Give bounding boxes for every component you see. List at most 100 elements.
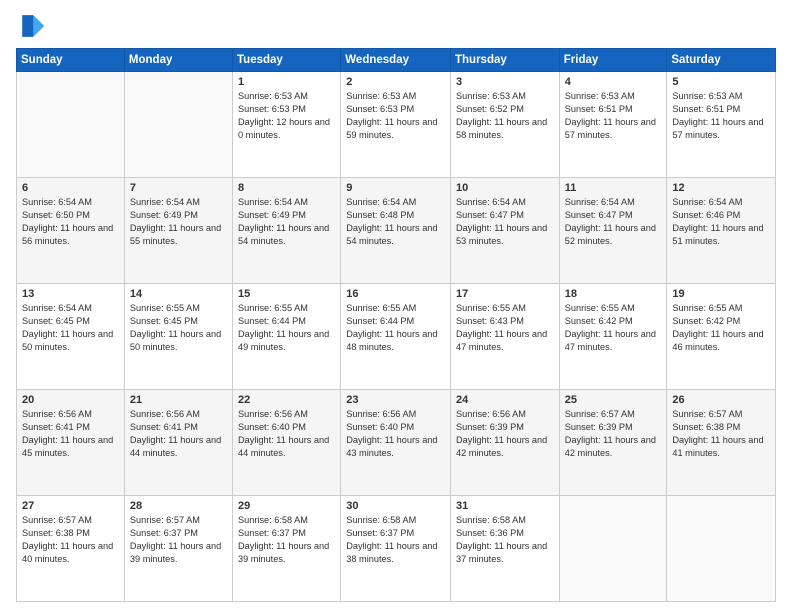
day-info: Sunrise: 6:55 AMSunset: 6:42 PMDaylight:… bbox=[672, 302, 770, 354]
calendar-cell: 2 Sunrise: 6:53 AMSunset: 6:53 PMDaylight… bbox=[341, 72, 451, 178]
calendar-cell: 23 Sunrise: 6:56 AMSunset: 6:40 PMDayligh… bbox=[341, 390, 451, 496]
day-number: 12 bbox=[672, 182, 770, 194]
day-number: 1 bbox=[238, 76, 335, 88]
calendar-cell: 7Sunrise: 6:54 AMSunset: 6:49 PMDaylight… bbox=[124, 178, 232, 284]
day-info: Sunrise: 6:54 AMSunset: 6:49 PMDaylight:… bbox=[238, 196, 335, 248]
day-number: 4 bbox=[565, 76, 662, 88]
day-info: Sunrise: 6:56 AMSunset: 6:41 PMDaylight:… bbox=[130, 408, 227, 460]
calendar-cell: 29 Sunrise: 6:58 AMSunset: 6:37 PMDayligh… bbox=[233, 496, 341, 602]
day-number: 17 bbox=[456, 288, 554, 300]
weekday-header-wednesday: Wednesday bbox=[341, 49, 451, 72]
week-row-4: 20Sunrise: 6:56 AMSunset: 6:41 PMDayligh… bbox=[17, 390, 776, 496]
calendar-cell: 30 Sunrise: 6:58 AMSunset: 6:37 PMDayligh… bbox=[341, 496, 451, 602]
calendar-cell: 17 Sunrise: 6:55 AMSunset: 6:43 PMDayligh… bbox=[451, 284, 560, 390]
calendar-cell: 14Sunrise: 6:55 AMSunset: 6:45 PMDayligh… bbox=[124, 284, 232, 390]
day-number: 16 bbox=[346, 288, 445, 300]
calendar-cell: 10 Sunrise: 6:54 AMSunset: 6:47 PMDayligh… bbox=[451, 178, 560, 284]
weekday-header-sunday: Sunday bbox=[17, 49, 125, 72]
weekday-header-saturday: Saturday bbox=[667, 49, 776, 72]
day-info: Sunrise: 6:53 AMSunset: 6:53 PMDaylight:… bbox=[238, 90, 335, 142]
weekday-header-monday: Monday bbox=[124, 49, 232, 72]
day-info: Sunrise: 6:54 AMSunset: 6:48 PMDaylight:… bbox=[346, 196, 445, 248]
calendar-cell: 27 Sunrise: 6:57 AMSunset: 6:38 PMDayligh… bbox=[17, 496, 125, 602]
day-number: 22 bbox=[238, 394, 335, 406]
day-info: Sunrise: 6:57 AMSunset: 6:39 PMDaylight:… bbox=[565, 408, 662, 460]
day-number: 10 bbox=[456, 182, 554, 194]
day-info: Sunrise: 6:56 AMSunset: 6:40 PMDaylight:… bbox=[238, 408, 335, 460]
day-info: Sunrise: 6:57 AMSunset: 6:38 PMDaylight:… bbox=[22, 514, 119, 566]
day-info: Sunrise: 6:54 AMSunset: 6:45 PMDaylight:… bbox=[22, 302, 119, 354]
day-info: Sunrise: 6:56 AMSunset: 6:39 PMDaylight:… bbox=[456, 408, 554, 460]
day-number: 28 bbox=[130, 500, 227, 512]
calendar-cell: 1 Sunrise: 6:53 AMSunset: 6:53 PMDaylight… bbox=[233, 72, 341, 178]
day-info: Sunrise: 6:58 AMSunset: 6:37 PMDaylight:… bbox=[346, 514, 445, 566]
calendar-cell: 22 Sunrise: 6:56 AMSunset: 6:40 PMDayligh… bbox=[233, 390, 341, 496]
day-number: 6 bbox=[22, 182, 119, 194]
calendar-cell: 12 Sunrise: 6:54 AMSunset: 6:46 PMDayligh… bbox=[667, 178, 776, 284]
day-info: Sunrise: 6:58 AMSunset: 6:37 PMDaylight:… bbox=[238, 514, 335, 566]
day-info: Sunrise: 6:53 AMSunset: 6:51 PMDaylight:… bbox=[565, 90, 662, 142]
page: SundayMondayTuesdayWednesdayThursdayFrid… bbox=[0, 0, 792, 612]
day-info: Sunrise: 6:55 AMSunset: 6:42 PMDaylight:… bbox=[565, 302, 662, 354]
day-number: 31 bbox=[456, 500, 554, 512]
day-number: 2 bbox=[346, 76, 445, 88]
calendar-cell bbox=[667, 496, 776, 602]
calendar-cell: 31 Sunrise: 6:58 AMSunset: 6:36 PMDayligh… bbox=[451, 496, 560, 602]
day-info: Sunrise: 6:55 AMSunset: 6:43 PMDaylight:… bbox=[456, 302, 554, 354]
day-number: 25 bbox=[565, 394, 662, 406]
day-info: Sunrise: 6:54 AMSunset: 6:47 PMDaylight:… bbox=[565, 196, 662, 248]
calendar-cell: 18 Sunrise: 6:55 AMSunset: 6:42 PMDayligh… bbox=[559, 284, 667, 390]
day-number: 26 bbox=[672, 394, 770, 406]
weekday-header-friday: Friday bbox=[559, 49, 667, 72]
calendar-cell: 20Sunrise: 6:56 AMSunset: 6:41 PMDayligh… bbox=[17, 390, 125, 496]
week-row-2: 6 Sunrise: 6:54 AMSunset: 6:50 PMDaylight… bbox=[17, 178, 776, 284]
day-number: 8 bbox=[238, 182, 335, 194]
weekday-header-tuesday: Tuesday bbox=[233, 49, 341, 72]
day-info: Sunrise: 6:55 AMSunset: 6:44 PMDaylight:… bbox=[238, 302, 335, 354]
day-number: 9 bbox=[346, 182, 445, 194]
day-info: Sunrise: 6:55 AMSunset: 6:44 PMDaylight:… bbox=[346, 302, 445, 354]
day-number: 29 bbox=[238, 500, 335, 512]
week-row-3: 13 Sunrise: 6:54 AMSunset: 6:45 PMDayligh… bbox=[17, 284, 776, 390]
day-info: Sunrise: 6:56 AMSunset: 6:41 PMDaylight:… bbox=[22, 408, 119, 460]
calendar-table: SundayMondayTuesdayWednesdayThursdayFrid… bbox=[16, 48, 776, 602]
calendar-cell: 9 Sunrise: 6:54 AMSunset: 6:48 PMDaylight… bbox=[341, 178, 451, 284]
header bbox=[16, 12, 776, 40]
calendar-cell: 16 Sunrise: 6:55 AMSunset: 6:44 PMDayligh… bbox=[341, 284, 451, 390]
calendar-cell: 13 Sunrise: 6:54 AMSunset: 6:45 PMDayligh… bbox=[17, 284, 125, 390]
day-number: 3 bbox=[456, 76, 554, 88]
day-number: 15 bbox=[238, 288, 335, 300]
calendar-cell: 25 Sunrise: 6:57 AMSunset: 6:39 PMDayligh… bbox=[559, 390, 667, 496]
day-number: 14 bbox=[130, 288, 227, 300]
day-number: 30 bbox=[346, 500, 445, 512]
calendar-cell: 3Sunrise: 6:53 AMSunset: 6:52 PMDaylight… bbox=[451, 72, 560, 178]
day-number: 27 bbox=[22, 500, 119, 512]
day-number: 24 bbox=[456, 394, 554, 406]
calendar-cell: 19 Sunrise: 6:55 AMSunset: 6:42 PMDayligh… bbox=[667, 284, 776, 390]
day-info: Sunrise: 6:53 AMSunset: 6:53 PMDaylight:… bbox=[346, 90, 445, 142]
logo-icon bbox=[16, 12, 44, 40]
day-number: 11 bbox=[565, 182, 662, 194]
day-info: Sunrise: 6:54 AMSunset: 6:47 PMDaylight:… bbox=[456, 196, 554, 248]
day-info: Sunrise: 6:54 AMSunset: 6:49 PMDaylight:… bbox=[130, 196, 227, 248]
calendar-cell: 11 Sunrise: 6:54 AMSunset: 6:47 PMDayligh… bbox=[559, 178, 667, 284]
day-info: Sunrise: 6:56 AMSunset: 6:40 PMDaylight:… bbox=[346, 408, 445, 460]
day-number: 23 bbox=[346, 394, 445, 406]
weekday-header-thursday: Thursday bbox=[451, 49, 560, 72]
day-info: Sunrise: 6:54 AMSunset: 6:46 PMDaylight:… bbox=[672, 196, 770, 248]
day-info: Sunrise: 6:58 AMSunset: 6:36 PMDaylight:… bbox=[456, 514, 554, 566]
calendar-cell: 15 Sunrise: 6:55 AMSunset: 6:44 PMDayligh… bbox=[233, 284, 341, 390]
calendar-cell: 4 Sunrise: 6:53 AMSunset: 6:51 PMDaylight… bbox=[559, 72, 667, 178]
weekday-header-row: SundayMondayTuesdayWednesdayThursdayFrid… bbox=[17, 49, 776, 72]
calendar-cell: 21Sunrise: 6:56 AMSunset: 6:41 PMDayligh… bbox=[124, 390, 232, 496]
day-info: Sunrise: 6:53 AMSunset: 6:51 PMDaylight:… bbox=[672, 90, 770, 142]
calendar-cell: 24 Sunrise: 6:56 AMSunset: 6:39 PMDayligh… bbox=[451, 390, 560, 496]
day-number: 18 bbox=[565, 288, 662, 300]
week-row-1: 1 Sunrise: 6:53 AMSunset: 6:53 PMDaylight… bbox=[17, 72, 776, 178]
calendar-cell: 28Sunrise: 6:57 AMSunset: 6:37 PMDayligh… bbox=[124, 496, 232, 602]
logo bbox=[16, 12, 48, 40]
day-number: 13 bbox=[22, 288, 119, 300]
day-info: Sunrise: 6:54 AMSunset: 6:50 PMDaylight:… bbox=[22, 196, 119, 248]
day-number: 19 bbox=[672, 288, 770, 300]
week-row-5: 27 Sunrise: 6:57 AMSunset: 6:38 PMDayligh… bbox=[17, 496, 776, 602]
